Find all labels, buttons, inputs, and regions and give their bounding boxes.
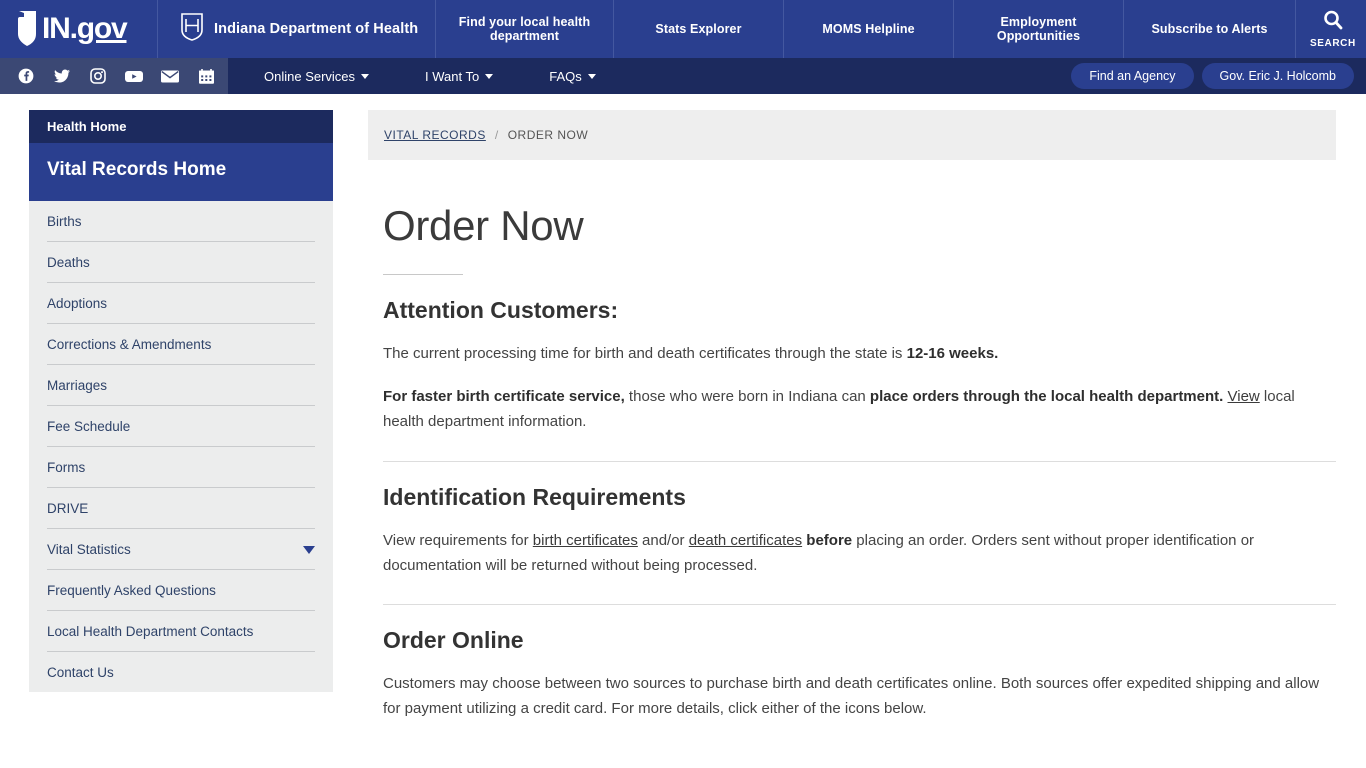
agency-title: Indiana Department of Health: [214, 20, 419, 37]
sidebar-item-local-health-department-contacts[interactable]: Local Health Department Contacts: [47, 611, 315, 652]
twitter-icon[interactable]: [44, 58, 80, 94]
health-shield-icon: [180, 12, 204, 47]
nav-i-want-to[interactable]: I Want To: [425, 69, 521, 84]
nav-subscribe-to-alerts[interactable]: Subscribe to Alerts: [1124, 0, 1296, 58]
sidebar-item-forms[interactable]: Forms: [47, 447, 315, 488]
nav-online-services[interactable]: Online Services: [264, 69, 397, 84]
section-order-online: Order Online Customers may choose betwee…: [383, 627, 1336, 722]
calendar-icon[interactable]: [188, 58, 224, 94]
page-title: Order Now: [383, 202, 584, 249]
sidebar-item-label: Local Health Department Contacts: [47, 624, 254, 639]
page-body: Health Home Vital Records Home Births De…: [0, 94, 1366, 768]
secondary-navbar: Online Services I Want To FAQs Find an A…: [0, 58, 1366, 94]
section-heading: Identification Requirements: [383, 483, 686, 510]
section-heading: Order Online: [383, 627, 524, 654]
indiana-state-icon: [16, 10, 40, 48]
sidebar-item-deaths[interactable]: Deaths: [47, 242, 315, 283]
nav-find-local-health-department[interactable]: Find your local health department: [436, 0, 614, 58]
sidebar-item-label: Contact Us: [47, 665, 114, 680]
sidebar-item-vital-statistics[interactable]: Vital Statistics: [47, 529, 315, 570]
chevron-down-icon: [361, 73, 370, 79]
agency-brand[interactable]: Indiana Department of Health: [158, 0, 436, 58]
nav-dropdown-links: Online Services I Want To FAQs: [228, 58, 1071, 94]
search-button[interactable]: SEARCH: [1296, 0, 1366, 58]
sidebar-item-frequently-asked-questions[interactable]: Frequently Asked Questions: [47, 570, 315, 611]
breadcrumb-current: ORDER NOW: [507, 128, 589, 142]
sidebar-item-fee-schedule[interactable]: Fee Schedule: [47, 406, 315, 447]
breadcrumb-separator: /: [494, 128, 499, 142]
sidebar-item-label: Fee Schedule: [47, 419, 131, 434]
governor-button[interactable]: Gov. Eric J. Holcomb: [1201, 63, 1354, 89]
nav-action-buttons: Find an Agency Gov. Eric J. Holcomb: [1071, 58, 1366, 94]
ingov-logo[interactable]: IN.gov: [0, 0, 158, 58]
sidebar-menu: Births Deaths Adoptions Corrections & Am…: [29, 201, 333, 692]
sidebar-item-drive[interactable]: DRIVE: [47, 488, 315, 529]
sidebar-item-label: Adoptions: [47, 296, 108, 311]
death-certificates-link[interactable]: death certificates: [689, 532, 802, 549]
title-divider: [383, 274, 463, 275]
section-attention-customers: Attention Customers: The current process…: [383, 297, 1336, 435]
sidebar-item-label: Frequently Asked Questions: [47, 583, 216, 598]
attention-paragraph-1: The current processing time for birth an…: [383, 345, 999, 362]
view-local-health-department-link[interactable]: View: [1228, 388, 1260, 405]
identification-paragraph: View requirements for birth certificates…: [383, 531, 1255, 574]
breadcrumb: VITAL RECORDS / ORDER NOW: [368, 110, 1336, 160]
breadcrumb-link-vital-records[interactable]: VITAL RECORDS: [384, 128, 486, 142]
section-divider: [383, 460, 1336, 462]
sidebar-item-marriages[interactable]: Marriages: [47, 365, 315, 406]
sidebar-item-label: Marriages: [47, 378, 108, 393]
sidebar-item-label: Corrections & Amendments: [47, 337, 212, 352]
youtube-icon[interactable]: [116, 58, 152, 94]
nav-moms-helpline[interactable]: MOMS Helpline: [784, 0, 954, 58]
order-online-paragraph: Customers may choose between two sources…: [383, 675, 1320, 718]
nav-faqs[interactable]: FAQs: [549, 69, 624, 84]
sidebar-item-label: Births: [47, 214, 82, 229]
chevron-down-icon[interactable]: [303, 545, 315, 554]
instagram-icon[interactable]: [80, 58, 116, 94]
sidebar-item-births[interactable]: Births: [47, 201, 315, 242]
sidebar-item-health-home[interactable]: Health Home: [29, 110, 333, 143]
find-an-agency-button[interactable]: Find an Agency: [1071, 63, 1194, 89]
chevron-down-icon: [587, 73, 596, 79]
section-divider: [383, 604, 1336, 606]
sidebar-item-label: DRIVE: [47, 501, 89, 516]
sidebar-item-contact-us[interactable]: Contact Us: [47, 652, 315, 692]
search-icon: [1322, 9, 1344, 35]
attention-paragraph-2: For faster birth certificate service, th…: [383, 387, 1295, 430]
chevron-down-icon: [485, 73, 494, 79]
sidebar-item-adoptions[interactable]: Adoptions: [47, 283, 315, 324]
sidebar: Health Home Vital Records Home Births De…: [29, 110, 333, 692]
nav-employment-opportunities[interactable]: Employment Opportunities: [954, 0, 1124, 58]
birth-certificates-link[interactable]: birth certificates: [533, 532, 638, 549]
section-identification-requirements: Identification Requirements View require…: [383, 484, 1336, 579]
site-header: IN.gov Indiana Department of Health Find…: [0, 0, 1366, 58]
sidebar-item-label: Forms: [47, 460, 86, 475]
facebook-icon[interactable]: [8, 58, 44, 94]
sidebar-item-corrections-amendments[interactable]: Corrections & Amendments: [47, 324, 315, 365]
sidebar-item-label: Vital Statistics: [47, 542, 131, 557]
email-icon[interactable]: [152, 58, 188, 94]
main-content: VITAL RECORDS / ORDER NOW Order Now Atte…: [368, 110, 1336, 722]
sidebar-item-label: Deaths: [47, 255, 90, 270]
ingov-wordmark: IN.gov: [42, 12, 128, 45]
section-heading: Attention Customers:: [383, 297, 619, 323]
sidebar-section-title[interactable]: Vital Records Home: [29, 143, 333, 201]
nav-stats-explorer[interactable]: Stats Explorer: [614, 0, 784, 58]
social-links: [0, 58, 228, 94]
search-label: SEARCH: [1310, 37, 1356, 49]
